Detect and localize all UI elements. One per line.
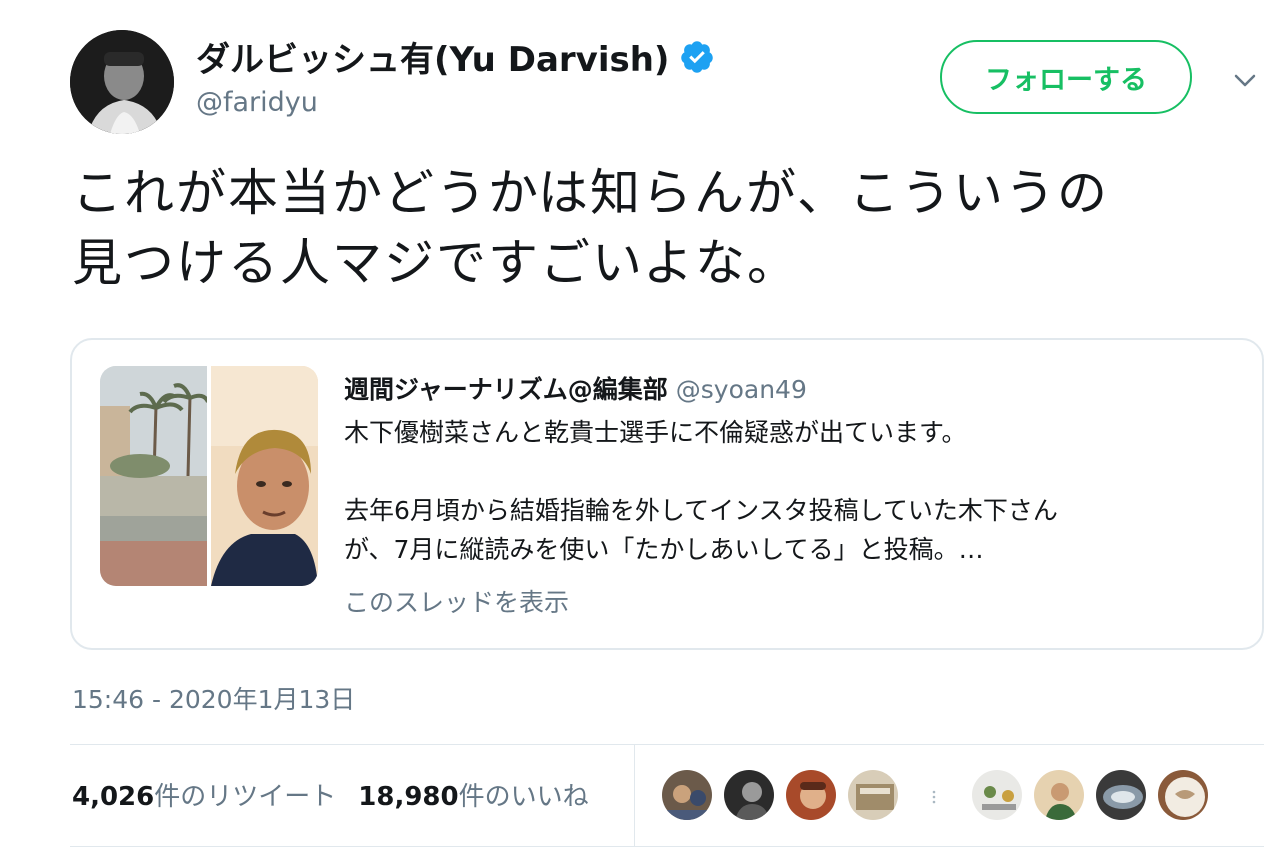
liker-avatar-image xyxy=(786,770,836,820)
tweet-timestamp[interactable]: 15:46 - 2020年1月13日 xyxy=(72,680,355,716)
avatar-photo xyxy=(70,30,174,134)
quoted-author-name: 週間ジャーナリズム@編集部 xyxy=(344,375,668,404)
follow-button[interactable]: フォローする xyxy=(940,40,1192,114)
quoted-author[interactable]: 週間ジャーナリズム@編集部 @syoan49 xyxy=(344,370,807,406)
quoted-media[interactable] xyxy=(100,366,318,586)
liker-avatar-image xyxy=(1158,770,1208,820)
like-count-label: 件のいいね xyxy=(458,782,589,812)
selfie-photo xyxy=(211,366,318,586)
liker-avatar[interactable] xyxy=(846,768,900,822)
quoted-text-spacer xyxy=(344,452,1244,491)
verified-badge-icon xyxy=(681,40,714,73)
divider xyxy=(70,846,1264,847)
liker-avatar[interactable] xyxy=(1156,768,1210,822)
liker-avatar-image xyxy=(724,770,774,820)
liker-avatar-image xyxy=(848,770,898,820)
quoted-text-line: 去年6月頃から結婚指輪を外してインスタ投稿していた木下さん xyxy=(344,496,1058,525)
tweet-stats: 4,026件のリツイート 18,980件のいいね xyxy=(72,776,611,813)
liker-avatar[interactable] xyxy=(1094,768,1148,822)
liker-avatar[interactable] xyxy=(722,768,776,822)
liker-avatar[interactable] xyxy=(784,768,838,822)
liker-avatar-image xyxy=(662,770,712,820)
liker-avatar-image xyxy=(972,770,1022,820)
like-count-number: 18,980 xyxy=(358,782,459,812)
divider xyxy=(70,744,1264,745)
retweet-count-label: 件のリツイート xyxy=(154,782,337,812)
palm-tree-photo xyxy=(100,366,207,586)
divider xyxy=(634,744,635,846)
quoted-tweet-text: 木下優樹菜さんと乾貴士選手に不倫疑惑が出ています。 去年6月頃から結婚指輪を外し… xyxy=(344,413,1244,569)
quoted-image-selfie[interactable] xyxy=(211,366,318,586)
retweet-count-number: 4,026 xyxy=(72,782,155,812)
author-name-text: ダルビッシュ有(Yu Darvish) xyxy=(196,40,670,80)
quoted-image-palm-trees[interactable] xyxy=(100,366,207,586)
retweet-count[interactable]: 4,026件のリツイート xyxy=(72,782,336,812)
tweet-text: これが本当かどうかは知らんが、こういうの 見つける人マジですごいよな。 xyxy=(72,158,1262,298)
liker-avatar[interactable] xyxy=(1032,768,1086,822)
liker-avatars xyxy=(660,768,1218,822)
more-likers-dots-icon xyxy=(932,790,936,804)
quoted-text-line: 木下優樹菜さんと乾貴士選手に不倫疑惑が出ています。 xyxy=(344,418,967,447)
chevron-down-icon[interactable] xyxy=(1230,66,1260,96)
liker-avatar-image xyxy=(1096,770,1146,820)
author-handle[interactable]: @faridyu xyxy=(196,87,318,118)
quoted-author-handle: @syoan49 xyxy=(675,375,807,404)
tweet-text-line: これが本当かどうかは知らんが、こういうの xyxy=(72,164,1109,222)
like-count[interactable]: 18,980件のいいね xyxy=(358,782,588,812)
liker-avatar[interactable] xyxy=(660,768,714,822)
quoted-tweet[interactable]: 週間ジャーナリズム@編集部 @syoan49 木下優樹菜さんと乾貴士選手に不倫疑惑… xyxy=(70,338,1264,650)
author-avatar[interactable] xyxy=(70,30,174,134)
tweet-card: ダルビッシュ有(Yu Darvish) @faridyu フォローする これが本… xyxy=(0,0,1280,853)
liker-avatar[interactable] xyxy=(970,768,1024,822)
author-display-name[interactable]: ダルビッシュ有(Yu Darvish) xyxy=(196,32,715,81)
show-thread-link[interactable]: このスレッドを表示 xyxy=(344,583,569,619)
liker-avatar-image xyxy=(1034,770,1084,820)
quoted-text-line: が、7月に縦読みを使い「たかしあいしてる」と投稿。… xyxy=(344,535,984,564)
tweet-text-line: 見つける人マジですごいよな。 xyxy=(72,234,799,292)
